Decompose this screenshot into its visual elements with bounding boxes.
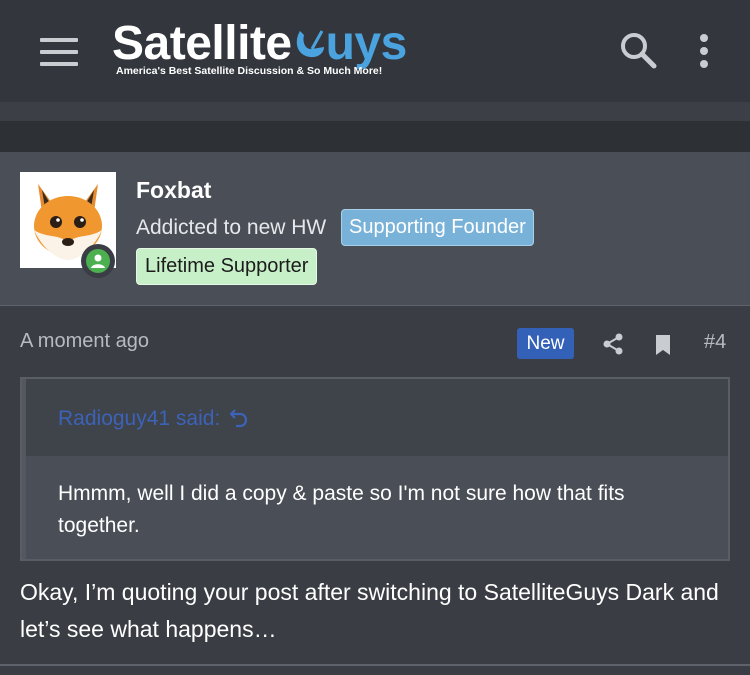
more-vertical-icon[interactable] — [690, 32, 718, 72]
quote-attribution-link[interactable]: Radioguy41 said: — [58, 406, 250, 431]
logo-tagline: America's Best Satellite Discussion & So… — [116, 65, 383, 77]
menu-icon[interactable] — [40, 38, 78, 66]
post-user-block: Foxbat Addicted to new HW Supporting Fou… — [0, 152, 750, 306]
post-body: Okay, I’m quoting your post after switch… — [20, 579, 719, 642]
header-separator — [0, 102, 750, 121]
post-divider — [0, 664, 750, 666]
post-timestamp[interactable]: A moment ago — [20, 330, 149, 353]
user-title: Addicted to new HW — [136, 216, 327, 239]
site-logo[interactable]: Satellite uys America's Best Satellite D… — [112, 16, 457, 80]
quote-header: Radioguy41 said: — [26, 379, 728, 456]
jump-to-quote-icon[interactable] — [228, 406, 250, 428]
quote-block: Radioguy41 said: Hmmm, well I did a copy… — [20, 377, 730, 561]
bookmark-icon[interactable] — [654, 334, 672, 356]
supporting-founder-badge: Supporting Founder — [341, 209, 534, 246]
quote-author[interactable]: Radioguy41 said: — [58, 407, 220, 430]
share-icon[interactable] — [602, 332, 624, 356]
page-gap — [0, 121, 750, 152]
post-number-link[interactable]: #4 — [704, 331, 726, 354]
lifetime-supporter-badge: Lifetime Supporter — [136, 248, 318, 285]
search-icon[interactable] — [618, 30, 658, 70]
logo-word-guys: uys — [325, 17, 408, 70]
quote-text: Hmmm, well I did a copy & paste so I'm n… — [58, 482, 625, 537]
new-post-badge: New — [517, 328, 574, 359]
site-header: Satellite uys America's Best Satellite D… — [0, 0, 750, 102]
logo-word-satellite: Satellite — [112, 17, 292, 70]
online-status-icon — [81, 244, 115, 278]
satellite-dish-icon — [296, 30, 324, 58]
quote-body: Hmmm, well I did a copy & paste so I'm n… — [26, 456, 728, 559]
post-username[interactable]: Foxbat — [136, 177, 211, 204]
